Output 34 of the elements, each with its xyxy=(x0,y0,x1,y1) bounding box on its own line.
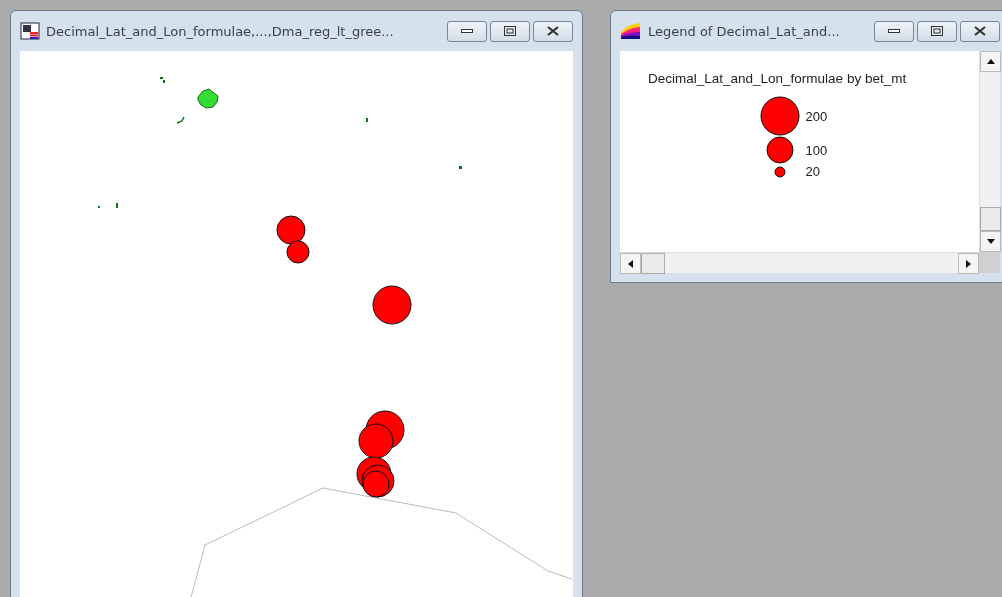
minimize-icon xyxy=(461,29,473,33)
scroll-right-button[interactable] xyxy=(958,253,979,274)
minimize-button[interactable] xyxy=(874,20,914,42)
close-icon xyxy=(547,26,559,36)
window-title: Legend of Decimal_Lat_and... xyxy=(648,23,841,39)
maximize-icon xyxy=(931,26,943,36)
minimize-button[interactable] xyxy=(447,20,487,42)
close-button[interactable] xyxy=(960,20,1000,42)
scroll-thumb[interactable] xyxy=(980,207,1001,231)
close-button[interactable] xyxy=(533,20,573,42)
scroll-left-button[interactable] xyxy=(620,253,641,274)
maximize-button[interactable] xyxy=(490,20,530,42)
scroll-thumb[interactable] xyxy=(641,253,665,274)
legend-label: 100 xyxy=(804,142,829,158)
window-title: Decimal_Lat_and_Lon_formulae,...,Dma_reg_lt_gree... xyxy=(46,23,395,39)
circle-symbol xyxy=(759,96,800,136)
legend-icon xyxy=(620,22,642,40)
legend-label: 200 xyxy=(804,108,829,124)
horizontal-scrollbar[interactable] xyxy=(620,252,979,273)
left-arrow-icon xyxy=(628,259,633,268)
maximize-icon xyxy=(504,26,516,36)
legend-label: 20 xyxy=(804,164,821,179)
scroll-up-button[interactable] xyxy=(980,51,1001,72)
scrollbar-corner xyxy=(979,252,1000,273)
down-arrow-icon xyxy=(986,239,995,244)
minimize-icon xyxy=(888,29,900,33)
up-arrow-icon xyxy=(986,59,995,64)
vertical-scrollbar[interactable] xyxy=(979,51,1000,252)
close-icon xyxy=(974,26,986,36)
right-arrow-icon xyxy=(966,259,971,268)
legend-heading: Decimal_Lat_and_Lon_formulae by bet_mt xyxy=(648,71,907,86)
scroll-down-button[interactable] xyxy=(980,231,1001,252)
maximize-button[interactable] xyxy=(917,20,957,42)
map-icon xyxy=(20,22,40,40)
